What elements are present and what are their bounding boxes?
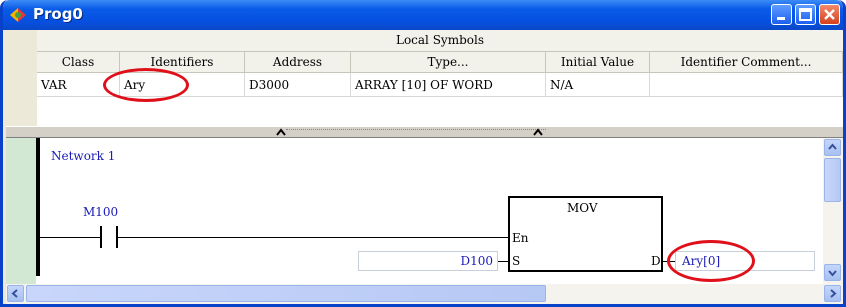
close-icon	[824, 9, 835, 20]
scroll-down-button[interactable]	[824, 264, 841, 281]
scroll-right-icon	[830, 289, 837, 298]
contact-left-bar	[100, 226, 102, 248]
column-header-class[interactable]: Class	[37, 52, 120, 73]
source-pin-wire	[498, 261, 508, 262]
close-button[interactable]	[819, 4, 840, 25]
pin-d-label: D	[651, 254, 661, 268]
splitter-up-arrow-icon[interactable]	[533, 128, 543, 136]
title-bar[interactable]: Prog0	[3, 0, 843, 30]
network-label: Network 1	[51, 149, 116, 163]
column-header-address[interactable]: Address	[245, 52, 351, 73]
column-header-type[interactable]: Type...	[351, 52, 546, 73]
scroll-down-icon	[828, 270, 837, 277]
minimize-icon	[777, 17, 785, 20]
local-symbols-title: Local Symbols	[37, 30, 843, 52]
minimize-button[interactable]	[771, 4, 792, 25]
pin-s-label: S	[512, 254, 521, 268]
identifier-highlight-circle	[103, 68, 189, 102]
power-rail	[36, 138, 40, 276]
scroll-right-button[interactable]	[824, 285, 841, 302]
window-title: Prog0	[33, 5, 83, 23]
maximize-icon	[799, 8, 812, 21]
horizontal-scroll-thumb[interactable]	[26, 285, 546, 302]
horizontal-scrollbar[interactable]	[6, 284, 843, 304]
rung-wire-to-block	[118, 237, 508, 238]
ladder-gutter	[6, 138, 36, 284]
scroll-left-icon	[11, 289, 18, 298]
scroll-left-button[interactable]	[7, 285, 24, 302]
block-name: MOV	[567, 201, 598, 215]
scroll-up-icon	[828, 143, 837, 150]
cell-identifier-comment[interactable]	[650, 73, 843, 97]
rung-wire	[40, 237, 100, 238]
mov-function-block[interactable]: MOV En S D	[508, 196, 663, 272]
vertical-scroll-thumb[interactable]	[824, 158, 841, 202]
splitter-up-arrow-icon[interactable]	[276, 128, 286, 136]
column-header-identifier-comment[interactable]: Identifier Comment...	[650, 52, 843, 73]
vertical-scrollbar[interactable]	[823, 138, 843, 284]
pane-splitter[interactable]	[6, 126, 843, 138]
program-icon	[10, 8, 26, 22]
cell-initial-value[interactable]: N/A	[546, 73, 650, 97]
row-header-strip	[6, 30, 37, 126]
contact-label: M100	[83, 205, 119, 219]
pin-en-label: En	[512, 231, 529, 245]
cell-address[interactable]: D3000	[245, 73, 351, 97]
scroll-up-button[interactable]	[824, 139, 841, 156]
maximize-button[interactable]	[795, 4, 816, 25]
dest-highlight-circle	[667, 240, 755, 282]
program-window: Prog0 Local Symbols Class Identifiers Ad…	[0, 0, 846, 307]
source-operand-field[interactable]: D100	[358, 251, 498, 271]
splitter-grip	[286, 129, 546, 136]
source-operand-text: D100	[460, 254, 493, 268]
column-header-initial-value[interactable]: Initial Value	[546, 52, 650, 73]
cell-type[interactable]: ARRAY [10] OF WORD	[351, 73, 546, 97]
